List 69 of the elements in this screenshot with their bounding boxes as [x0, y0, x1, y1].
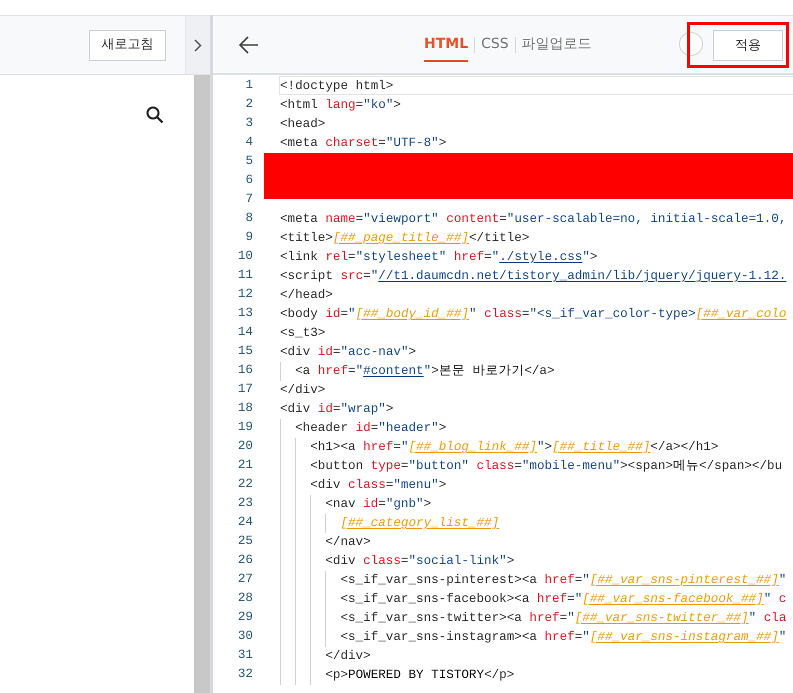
- line-number: 3: [244, 115, 253, 132]
- scrollbar[interactable]: [194, 75, 210, 693]
- line-number: 19: [236, 419, 253, 436]
- code-line: <button type="button" class="mobile-menu"><span>메뉴</span></bu: [279, 456, 784, 475]
- line-number: 26: [236, 552, 253, 570]
- line-number: 1: [244, 77, 253, 94]
- line-number: 22: [236, 476, 253, 494]
- line-number: 23: [236, 495, 253, 512]
- code-line: <div id="wrap">: [279, 401, 394, 418]
- code-line: <body id="[##_body_id_##]" class="<s_if_var_color-type>[##_var_colo: [279, 306, 788, 323]
- code-line: <s_if_var_sns-instagram><a href="[##_var_sns-instagram_##]": [279, 627, 788, 646]
- back-arrow-icon[interactable]: [238, 36, 259, 54]
- refresh-button[interactable]: 새로고침: [89, 30, 166, 60]
- code-line: <meta name="viewport" content="user-scalable=no, initial-scale=1.0,: [279, 211, 788, 228]
- code-line: <nav id="gnb">: [279, 494, 432, 513]
- line-number: 29: [236, 609, 253, 626]
- code-line: [##_category_list_##]: [279, 513, 500, 532]
- line-number: 8: [244, 210, 253, 228]
- line-number: 13: [236, 305, 253, 322]
- code-line: </head>: [279, 287, 334, 304]
- chevron-right-icon: [194, 38, 202, 52]
- code-line: </div>: [279, 646, 372, 665]
- editor-tab[interactable]: CSS: [481, 28, 509, 62]
- line-number: 5: [244, 153, 253, 170]
- editor-tab[interactable]: HTML: [424, 28, 468, 62]
- code-line: <s_if_var_sns-twitter><a href="[##_var_sns-twitter_##]" cla: [279, 608, 788, 627]
- code-line: <div class="social-link">: [279, 551, 516, 570]
- editor-tab[interactable]: 파일업로드: [522, 28, 592, 62]
- line-number: 25: [236, 533, 253, 550]
- code-line: </div>: [279, 382, 326, 399]
- line-number: 27: [236, 571, 253, 588]
- line-number: 21: [236, 457, 253, 474]
- code-line: <s_t3>: [279, 325, 326, 342]
- line-number: 7: [244, 191, 253, 208]
- line-number: 11: [236, 267, 253, 284]
- code-line: </nav>: [279, 532, 372, 551]
- line-number: 4: [244, 134, 253, 152]
- search-icon[interactable]: [146, 106, 164, 124]
- line-number: 16: [236, 362, 253, 380]
- line-number: 2: [244, 96, 253, 114]
- line-number: 28: [236, 590, 253, 608]
- line-number: 20: [236, 438, 253, 456]
- line-number: 12: [236, 286, 253, 304]
- code-line: <link rel="stylesheet" href="./style.css">: [279, 249, 598, 266]
- code-line: <title>[##_page_title_##]</title>: [279, 230, 530, 247]
- code-line: <h1><a href="[##_blog_link_##]">[##_title_##]</a></h1>: [279, 437, 720, 456]
- line-number: 30: [236, 628, 253, 646]
- code-line: <head>: [279, 116, 326, 133]
- line-number: 10: [236, 248, 253, 266]
- line-number: 6: [244, 172, 253, 190]
- code-line: <a href="#content">본문 바로가기</a>: [279, 361, 556, 380]
- line-number: 14: [236, 324, 253, 342]
- line-number: 15: [236, 343, 253, 360]
- code-line: <header id="header">: [279, 418, 448, 437]
- code-line: <meta charset="UTF-8">: [279, 135, 448, 152]
- line-number: 18: [236, 400, 253, 418]
- code-line: <html lang="ko">: [279, 97, 402, 114]
- code-line: <s_if_var_sns-pinterest><a href="[##_var_sns-pinterest_##]": [279, 570, 788, 589]
- code-line: <div class="menu">: [279, 475, 448, 494]
- code-line: <p>POWERED BY TISTORY</p>: [279, 665, 516, 684]
- apply-button[interactable]: 적용: [713, 30, 783, 61]
- code-line: <script src="//t1.daumcdn.net/tistory_admin/lib/jquery/jquery-1.12.: [279, 268, 788, 285]
- line-number: 9: [244, 229, 253, 246]
- line-number: 17: [236, 381, 253, 398]
- line-number: 24: [236, 514, 253, 532]
- code-line: <div id="acc-nav">: [279, 344, 418, 361]
- line-number: 31: [236, 647, 253, 664]
- line-number: 32: [236, 666, 253, 684]
- code-line: <s_if_var_sns-facebook><a href="[##_var_sns-facebook_##]" c: [279, 589, 788, 608]
